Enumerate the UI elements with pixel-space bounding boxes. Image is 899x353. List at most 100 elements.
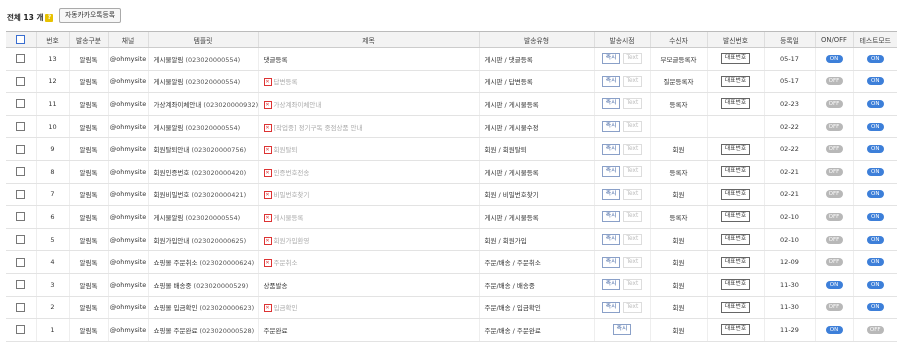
text-button[interactable]: Text bbox=[622, 98, 643, 110]
table-row[interactable]: 4 알림톡 @ohmysite 쇼핑몰 주문취소 (023020000624) … bbox=[6, 250, 897, 274]
table-row[interactable]: 12 알림톡 @ohmysite 게시물알림 (023020000554) ✕ 답… bbox=[6, 70, 897, 94]
row-checkbox[interactable] bbox=[16, 302, 26, 312]
row-checkbox[interactable] bbox=[16, 212, 26, 222]
text-button[interactable]: Text bbox=[622, 53, 643, 65]
immediate-button[interactable]: 즉시 bbox=[601, 234, 621, 246]
immediate-button[interactable]: 즉시 bbox=[601, 166, 621, 178]
title-text[interactable]: 주문취소 bbox=[274, 259, 298, 267]
rep-number-button[interactable]: 대표번호 bbox=[720, 143, 751, 155]
text-button[interactable]: Text bbox=[622, 166, 643, 178]
onoff-toggle[interactable]: OFF bbox=[825, 77, 843, 86]
title-text[interactable]: 주문완료 bbox=[264, 327, 288, 335]
test-mode-toggle[interactable]: ON bbox=[866, 145, 884, 154]
table-row[interactable]: 13 알림톡 @ohmysite 게시물알림 (023020000554) 댓글… bbox=[6, 47, 897, 71]
title-text[interactable]: 인증번호전송 bbox=[274, 169, 310, 177]
text-button[interactable]: Text bbox=[622, 279, 643, 291]
onoff-toggle[interactable]: ON bbox=[825, 54, 843, 63]
onoff-toggle[interactable]: OFF bbox=[825, 167, 843, 176]
test-mode-toggle[interactable]: ON bbox=[866, 235, 884, 244]
register-auto-kakao-button[interactable]: 자동카카오톡등록 bbox=[59, 8, 122, 23]
text-button[interactable]: Text bbox=[622, 256, 643, 268]
test-mode-toggle[interactable]: ON bbox=[866, 122, 884, 131]
title-cell[interactable]: 주문완료 bbox=[257, 318, 479, 342]
immediate-button[interactable]: 즉시 bbox=[612, 324, 632, 336]
immediate-button[interactable]: 즉시 bbox=[601, 256, 621, 268]
title-text[interactable]: 게시물등록 bbox=[274, 214, 304, 222]
test-mode-toggle[interactable]: ON bbox=[866, 167, 884, 176]
select-all-checkbox[interactable] bbox=[16, 35, 26, 44]
immediate-button[interactable]: 즉시 bbox=[601, 211, 621, 223]
test-mode-toggle[interactable]: ON bbox=[866, 54, 884, 63]
title-text[interactable]: 댓글등록 bbox=[264, 56, 288, 64]
table-row[interactable]: 9 알림톡 @ohmysite 회원탈퇴안내 (023020000756) ✕ 회… bbox=[6, 137, 897, 161]
test-mode-toggle[interactable]: ON bbox=[866, 99, 884, 108]
table-row[interactable]: 11 알림톡 @ohmysite 가상계좌이체안내 (023020000932)… bbox=[6, 92, 897, 116]
immediate-button[interactable]: 즉시 bbox=[601, 98, 621, 110]
text-button[interactable]: Text bbox=[622, 301, 643, 313]
text-button[interactable]: Text bbox=[622, 143, 643, 155]
row-checkbox[interactable] bbox=[16, 99, 26, 109]
row-checkbox[interactable] bbox=[16, 122, 26, 132]
row-checkbox[interactable] bbox=[16, 257, 26, 267]
title-text[interactable]: 답변등록 bbox=[274, 78, 298, 86]
title-text[interactable]: 상품발송 bbox=[264, 282, 288, 290]
test-mode-toggle[interactable]: OFF bbox=[866, 325, 884, 334]
onoff-toggle[interactable]: OFF bbox=[825, 145, 843, 154]
row-checkbox[interactable] bbox=[16, 144, 26, 154]
rep-number-button[interactable]: 대표번호 bbox=[720, 166, 751, 178]
table-row[interactable]: 6 알림톡 @ohmysite 게시물알림 (023020000554) ✕ 게시… bbox=[6, 205, 897, 229]
onoff-toggle[interactable]: OFF bbox=[825, 99, 843, 108]
onoff-toggle[interactable]: OFF bbox=[825, 122, 843, 131]
rep-number-button[interactable]: 대표번호 bbox=[720, 324, 751, 336]
immediate-button[interactable]: 즉시 bbox=[601, 75, 621, 87]
title-cell[interactable]: ✕ 비밀번호찾기 bbox=[257, 183, 479, 207]
test-mode-toggle[interactable]: ON bbox=[866, 77, 884, 86]
text-button[interactable]: Text bbox=[622, 234, 643, 246]
title-cell[interactable]: ✕ 가상계좌이체안내 bbox=[257, 92, 479, 116]
title-cell[interactable]: ✕ [작업중] 정기구독 중점상품 안내 bbox=[257, 115, 479, 139]
row-checkbox[interactable] bbox=[16, 76, 26, 86]
text-button[interactable]: Text bbox=[622, 121, 643, 133]
rep-number-button[interactable]: 대표번호 bbox=[720, 279, 751, 291]
row-checkbox[interactable] bbox=[16, 280, 26, 290]
immediate-button[interactable]: 즉시 bbox=[601, 301, 621, 313]
immediate-button[interactable]: 즉시 bbox=[601, 53, 621, 65]
rep-number-button[interactable]: 대표번호 bbox=[720, 301, 751, 313]
title-text[interactable]: 가상계좌이체안내 bbox=[274, 101, 322, 109]
title-cell[interactable]: ✕ 입금확인 bbox=[257, 296, 479, 320]
row-checkbox[interactable] bbox=[16, 325, 26, 335]
table-row[interactable]: 7 알림톡 @ohmysite 회원비밀번호 (023020000421) ✕ 비… bbox=[6, 183, 897, 207]
title-cell[interactable]: ✕ 답변등록 bbox=[257, 70, 479, 94]
immediate-button[interactable]: 즉시 bbox=[601, 188, 621, 200]
rep-number-button[interactable]: 대표번호 bbox=[720, 256, 751, 268]
rep-number-button[interactable]: 대표번호 bbox=[720, 234, 751, 246]
table-row[interactable]: 10 알림톡 @ohmysite 게시물알림 (023020000554) ✕[… bbox=[6, 115, 897, 139]
onoff-toggle[interactable]: ON bbox=[825, 325, 843, 334]
onoff-toggle[interactable]: OFF bbox=[825, 212, 843, 221]
row-checkbox[interactable] bbox=[16, 54, 26, 64]
help-icon[interactable]: ? bbox=[45, 14, 54, 22]
row-checkbox[interactable] bbox=[16, 189, 26, 199]
title-cell[interactable]: ✕ 주문취소 bbox=[257, 250, 479, 274]
onoff-toggle[interactable]: OFF bbox=[825, 258, 843, 267]
table-row[interactable]: 3 알림톡 @ohmysite 쇼핑몰 배송중 (023020000529) 상… bbox=[6, 273, 897, 297]
title-text[interactable]: 비밀번호찾기 bbox=[274, 191, 310, 199]
title-cell[interactable]: ✕ 회원탈퇴 bbox=[257, 137, 479, 161]
table-row[interactable]: 8 알림톡 @ohmysite 회원인증번호 (023020000420) ✕ 인… bbox=[6, 160, 897, 184]
title-text[interactable]: 회원탈퇴 bbox=[274, 146, 298, 154]
rep-number-button[interactable]: 대표번호 bbox=[720, 75, 751, 87]
text-button[interactable]: Text bbox=[622, 75, 643, 87]
onoff-toggle[interactable]: ON bbox=[825, 280, 843, 289]
immediate-button[interactable]: 즉시 bbox=[601, 143, 621, 155]
test-mode-toggle[interactable]: ON bbox=[866, 258, 884, 267]
rep-number-button[interactable]: 대표번호 bbox=[720, 188, 751, 200]
title-cell[interactable]: ✕ 게시물등록 bbox=[257, 205, 479, 229]
title-cell[interactable]: ✕ 인증번호전송 bbox=[257, 160, 479, 184]
onoff-toggle[interactable]: OFF bbox=[825, 303, 843, 312]
rep-number-button[interactable]: 대표번호 bbox=[720, 53, 751, 65]
title-cell[interactable]: 댓글등록 bbox=[257, 47, 479, 71]
table-row[interactable]: 5 알림톡 @ohmysite 회원가입안내 (023020000625) ✕ 회… bbox=[6, 228, 897, 252]
title-cell[interactable]: ✕ 회원가입환영 bbox=[257, 228, 479, 252]
test-mode-toggle[interactable]: ON bbox=[866, 303, 884, 312]
row-checkbox[interactable] bbox=[16, 235, 26, 245]
